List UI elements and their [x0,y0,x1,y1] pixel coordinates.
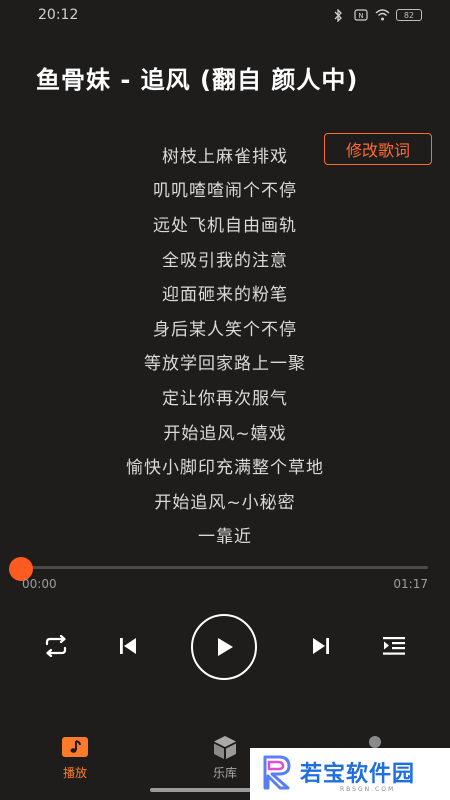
music-note-icon [60,734,90,760]
watermark: 若宝软件园 RBSGN.COM [250,748,450,800]
lyric-line: 一靠近 [198,527,252,548]
current-time: 00:00 [22,577,57,591]
skip-previous-icon [118,636,138,656]
lyrics-list: 树枝上麻雀排戏 叽叽喳喳闹个不停 远处飞机自由画轨 全吸引我的注意 迎面砸来的粉… [0,137,450,552]
previous-button[interactable] [114,632,142,660]
repeat-icon [42,635,70,657]
wifi-icon [375,9,390,21]
lyric-line: 叽叽喳喳闹个不停 [153,181,297,202]
song-title: 鱼骨妹 - 追风 (翻自 颜人中) [36,66,359,94]
tab-play-label: 播放 [62,766,87,780]
watermark-logo-icon [262,754,292,794]
play-button[interactable] [191,614,257,680]
watermark-sub: RBSGN.COM [340,785,396,793]
lyric-line: 远处飞机自由画轨 [153,215,297,236]
battery-level: 82 [403,10,415,20]
total-time: 01:17 [393,577,428,591]
player-controls [0,612,450,680]
playlist-button[interactable] [380,632,408,660]
lyric-line: 开始追风~嬉戏 [163,423,287,444]
lyric-line: 全吸引我的注意 [162,250,288,271]
repeat-button[interactable] [40,632,72,660]
nfc-icon: N [354,9,368,21]
edit-lyrics-button[interactable]: 修改歌词 [324,133,432,165]
svg-text:N: N [358,12,363,20]
cube-icon [210,734,240,760]
battery-icon: 82 [396,9,422,21]
tab-library[interactable]: 乐库 [195,734,255,784]
play-icon [212,635,236,659]
playlist-icon [382,636,406,656]
lyric-line: 愉快小脚印充满整个草地 [126,458,324,479]
tab-play[interactable]: 播放 [45,734,105,784]
tab-library-label: 乐库 [212,766,237,780]
lyric-line: 迎面砸来的粉笔 [162,285,288,306]
watermark-text: 若宝软件园 RBSGN.COM [300,756,415,793]
bluetooth-icon [333,8,347,23]
lyric-line: 身后某人笑个不停 [153,319,297,340]
progress-track[interactable] [22,566,428,569]
status-time: 20:12 [38,7,79,23]
lyric-line: 等放学回家路上一聚 [144,354,306,375]
status-bar: 20:12 N 82 [0,0,450,30]
lyric-line: 开始追风~小秘密 [154,492,296,513]
watermark-main: 若宝软件园 [300,761,416,787]
status-icons: N 82 [333,8,422,23]
next-button[interactable] [307,632,335,660]
skip-next-icon [311,636,331,656]
lyric-line: 定让你再次服气 [162,388,288,409]
